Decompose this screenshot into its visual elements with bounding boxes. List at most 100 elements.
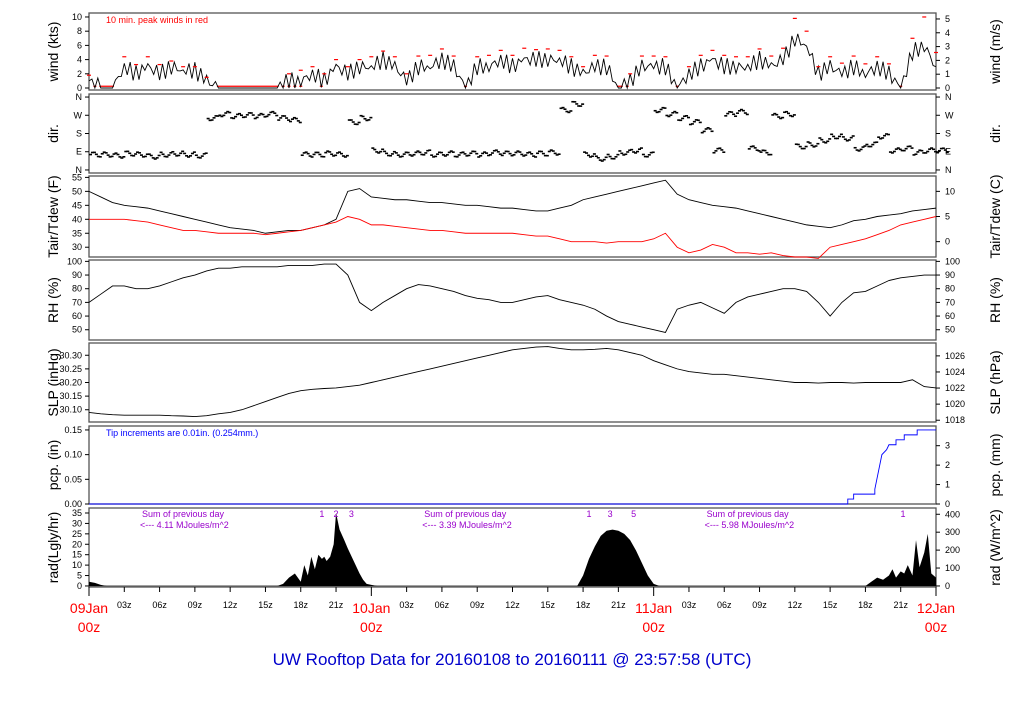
direction-point (512, 154, 516, 156)
direction-point (396, 154, 400, 156)
y-tick-label-right: 1026 (945, 351, 965, 361)
direction-point (865, 143, 869, 146)
time-tick-label: 06z (435, 600, 450, 610)
direction-point (430, 154, 434, 156)
direction-point (345, 154, 349, 157)
direction-point (114, 152, 118, 154)
direction-point (469, 152, 473, 154)
direction-point (857, 150, 861, 152)
y-tick-label: 25 (72, 529, 82, 539)
direction-point (204, 152, 208, 155)
y-tick-label-right: 2 (945, 55, 950, 65)
direction-point (251, 114, 255, 116)
y-axis-label: rad(Lgly/hr) (45, 512, 61, 584)
direction-point (726, 112, 730, 115)
direction-point (159, 151, 163, 154)
direction-point (355, 123, 359, 126)
time-tick-label: 09z (752, 600, 767, 610)
day-time-label: 00z (642, 619, 665, 635)
direction-point (402, 153, 406, 155)
direction-point (626, 151, 630, 153)
direction-point (561, 106, 565, 109)
y-tick-label: 30 (72, 518, 82, 528)
direction-point (434, 155, 438, 158)
direction-point (777, 116, 781, 118)
direction-point (275, 114, 279, 117)
meteogram: 0246810012345wind (kts) wind (m/s)10 min.… (45, 12, 1003, 635)
direction-point (494, 149, 498, 151)
direction-point (339, 152, 343, 155)
time-tick-label: 06z (717, 600, 732, 610)
y-tick-label: 50 (72, 325, 82, 335)
y-axis-label: Tair/Tdew (F) (45, 175, 61, 257)
direction-point (639, 147, 643, 149)
day-sum-label: Sum of previous day (142, 509, 225, 519)
tdew-line (89, 216, 937, 259)
direction-point (585, 152, 589, 154)
direction-point (200, 155, 204, 157)
direction-point (924, 152, 928, 154)
time-axis: 03z 06z 09z 12z 15z 18z 21z 03z 06z 09z 12z 15z 18z 2… (70, 587, 955, 635)
time-tick-label: 18z (576, 600, 591, 610)
direction-point (312, 153, 316, 156)
direction-point (696, 119, 700, 122)
direction-point (592, 153, 596, 155)
direction-point (828, 138, 832, 140)
direction-point (590, 155, 594, 158)
panel-dir: NESWNNESWNdir.dir. (45, 92, 1003, 175)
direction-point (328, 151, 332, 153)
direction-point (910, 147, 914, 149)
y-tick-label-right: N (945, 165, 952, 175)
day-label: 12Jan (917, 600, 955, 616)
direction-point (177, 154, 181, 157)
direction-point (304, 151, 308, 153)
direction-point (932, 148, 936, 151)
direction-point (904, 147, 908, 150)
y-tick-label-right: 50 (945, 325, 955, 335)
direction-point (279, 117, 283, 119)
direction-point (349, 119, 353, 121)
direction-point (422, 153, 426, 156)
hour-mark: 5 (631, 509, 636, 519)
time-tick-label: 03z (399, 600, 414, 610)
y-tick-label-right: 0 (945, 581, 950, 591)
direction-point (859, 148, 863, 151)
direction-point (255, 116, 259, 119)
direction-point (775, 113, 779, 116)
direction-point (479, 155, 483, 157)
direction-point (714, 150, 718, 152)
direction-point (659, 108, 663, 111)
direction-point (751, 145, 755, 147)
time-tick-label: 15z (541, 600, 556, 610)
direction-point (902, 149, 906, 152)
time-tick-label: 09z (470, 600, 485, 610)
direction-point (763, 149, 767, 152)
direction-point (786, 112, 790, 115)
y-tick-label: 80 (72, 284, 82, 294)
direction-point (234, 115, 238, 118)
day-label: 10Jan (352, 600, 390, 616)
y-tick-label-right: 3 (945, 441, 950, 451)
direction-point (747, 148, 751, 150)
direction-point (804, 145, 808, 148)
direction-point (104, 152, 108, 154)
day-sum-label: Sum of previous day (424, 509, 507, 519)
direction-point (730, 111, 734, 113)
day-label: 11Jan (635, 600, 672, 616)
direction-point (232, 117, 236, 120)
direction-point (265, 115, 269, 118)
direction-point (445, 153, 449, 156)
direction-point (614, 156, 618, 158)
direction-point (539, 150, 543, 153)
direction-point (388, 154, 392, 157)
y-axis-label-right: pcp. (mm) (987, 434, 1003, 497)
direction-point (457, 154, 461, 156)
direction-point (718, 147, 722, 149)
direction-point (802, 147, 806, 150)
direction-point (338, 151, 342, 153)
y-tick-label-right: 1 (945, 69, 950, 79)
direction-point (883, 134, 887, 137)
y-tick-label: 30.10 (59, 405, 82, 415)
direction-point (547, 150, 551, 153)
direction-point (536, 152, 540, 155)
